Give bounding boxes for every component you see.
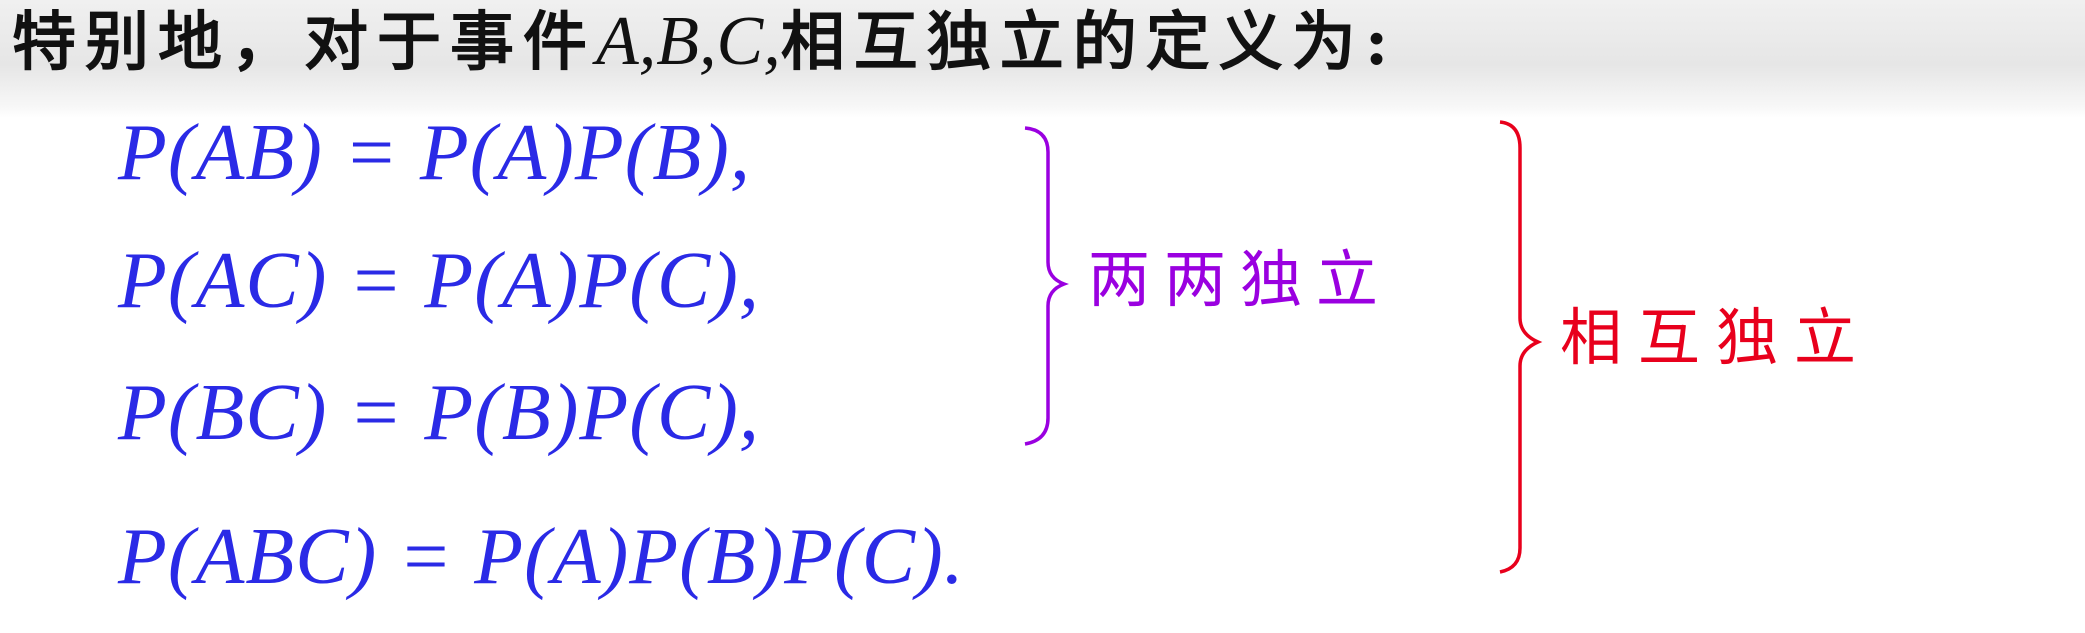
pairwise-brace bbox=[1024, 126, 1069, 446]
mutual-brace bbox=[1499, 120, 1543, 574]
mutually-independent-label: 相互独立 bbox=[1560, 301, 1873, 374]
pairwise-independent-label: 两两独立 bbox=[1088, 243, 1393, 316]
